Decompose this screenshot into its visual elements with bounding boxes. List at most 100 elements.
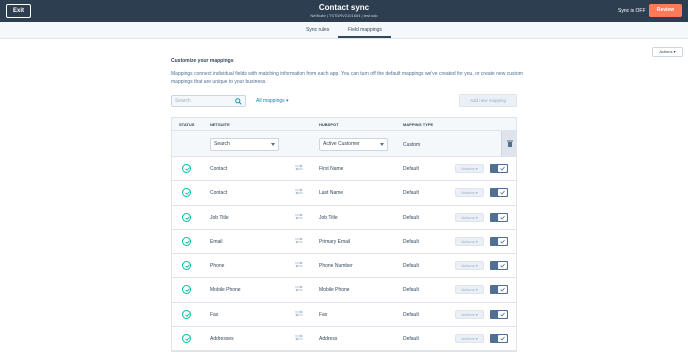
status-check-icon [182, 261, 191, 271]
mapping-toggle[interactable] [490, 309, 508, 319]
row-actions-button[interactable]: Actions ▾ [455, 285, 484, 295]
toggle-knob [498, 335, 507, 343]
table-body: Contact First Name Default Actions ▾ Con… [172, 157, 516, 352]
netsuite-field: Contact [210, 190, 228, 197]
toggle-knob [498, 165, 507, 172]
page-title: Contact sync [318, 3, 370, 12]
check-icon [500, 239, 505, 244]
table-row: Contact Last Name Default Actions ▾ [172, 181, 516, 206]
mapping-type: Default [403, 166, 419, 172]
mapping-type: Default [403, 287, 419, 294]
hubspot-field: Phone Number [319, 263, 353, 270]
header-status: STATUS [179, 122, 195, 127]
sync-direction-icon [295, 310, 303, 317]
mapping-type: Default [403, 263, 419, 270]
active-tab-indicator [338, 36, 391, 38]
hubspot-field: Primary Email [319, 238, 351, 245]
mapping-type: Default [403, 214, 419, 221]
table-row: Email Primary Email Default Actions ▾ [172, 229, 516, 255]
toggle-knob [498, 237, 507, 245]
search-placeholder: Search [175, 98, 191, 104]
section-heading: Customize your mappings [171, 58, 234, 64]
toggle-knob [498, 189, 507, 197]
sync-direction-icon [295, 213, 303, 220]
tab-sync-rules[interactable]: Sync rules [306, 27, 329, 33]
header-mapping-type: MAPPING TYPE [403, 122, 434, 127]
top-bar: Exit Contact sync NetSuite | TSTDRV21016… [0, 0, 688, 22]
netsuite-field: Contact [210, 166, 228, 172]
add-new-mapping-button[interactable]: Add new mapping [459, 94, 517, 107]
mapping-toggle[interactable] [490, 236, 508, 246]
mapping-type: Default [403, 336, 419, 343]
sync-direction-icon [295, 188, 303, 195]
row-actions-button[interactable]: Actions ▾ [455, 212, 484, 222]
row-actions-button[interactable]: Actions ▾ [455, 334, 484, 344]
hubspot-field: Last Name [319, 190, 344, 197]
toggle-knob [498, 310, 507, 318]
mapping-toggle[interactable] [490, 334, 508, 344]
status-check-icon [182, 334, 191, 344]
chevron-down-icon [380, 143, 384, 146]
netsuite-field: Phone [210, 263, 225, 270]
toggle-knob [498, 286, 507, 294]
check-icon [500, 336, 505, 341]
search-input[interactable]: Search [171, 95, 246, 107]
table-header: STATUS NETSUITE HUBSPOT MAPPING TYPE [172, 118, 516, 131]
row-actions-button[interactable]: Actions ▾ [455, 164, 484, 173]
table-row: Contact First Name Default Actions ▾ [172, 157, 516, 182]
search-icon[interactable] [235, 98, 242, 105]
mapping-toggle[interactable] [490, 188, 508, 198]
check-icon [500, 288, 505, 293]
mappings-table: STATUS NETSUITE HUBSPOT MAPPING TYPE Sea… [171, 117, 517, 353]
hubspot-field-value: Active Customer [323, 141, 360, 147]
mapping-filter-dropdown[interactable]: All mappings ▾ [256, 98, 289, 104]
mapping-toggle[interactable] [490, 164, 508, 173]
check-icon [500, 215, 505, 220]
status-check-icon [182, 188, 191, 198]
sync-direction-icon [295, 334, 303, 341]
hubspot-field: First Name [319, 166, 344, 172]
delete-mapping-button[interactable] [501, 131, 517, 156]
mapping-toggle[interactable] [490, 261, 508, 271]
netsuite-field-select[interactable]: Search [210, 138, 279, 151]
check-icon [500, 263, 505, 268]
hubspot-field-select[interactable]: Active Customer [319, 138, 388, 151]
netsuite-field: Job Title [210, 214, 229, 221]
mapping-toggle[interactable] [490, 285, 508, 295]
status-check-icon [182, 212, 191, 222]
table-row: Mobile Phone Mobile Phone Default Action… [172, 278, 516, 303]
tab-field-mappings[interactable]: Field mappings [348, 27, 382, 33]
chevron-down-icon [271, 143, 275, 146]
netsuite-field-value: Search [214, 141, 230, 147]
section-description: Mappings connect individual fields with … [171, 71, 523, 85]
sync-direction-icon [295, 164, 303, 171]
review-button[interactable]: Review [649, 4, 682, 17]
table-row: Phone Phone Number Default Actions ▾ [172, 254, 516, 279]
actions-dropdown[interactable]: Actions ▾ [652, 47, 683, 57]
row-actions-button[interactable]: Actions ▾ [455, 188, 484, 198]
hubspot-field: Fax [319, 311, 328, 318]
row-actions-button[interactable]: Actions ▾ [455, 261, 484, 271]
sync-direction-icon [295, 237, 303, 244]
hubspot-field: Job Title [319, 214, 338, 221]
page-subtitle: NetSuite | TSTDRV2101604 | test.sdo [310, 13, 378, 18]
check-icon [500, 312, 505, 317]
status-check-icon [182, 309, 191, 319]
table-row: Addresses Address Default Actions ▾ [172, 327, 516, 352]
mapping-type: Default [403, 190, 419, 197]
netsuite-field: Mobile Phone [210, 287, 241, 294]
status-check-icon [182, 285, 191, 295]
status-check-icon [182, 164, 191, 173]
netsuite-field: Fax [210, 311, 219, 318]
mapping-type: Default [403, 311, 419, 318]
row-actions-button[interactable]: Actions ▾ [455, 236, 484, 246]
mapping-toggle[interactable] [490, 212, 508, 222]
mapping-type-label: Custom [403, 142, 421, 148]
header-hubspot: HUBSPOT [319, 122, 339, 127]
row-actions-button[interactable]: Actions ▾ [455, 309, 484, 319]
header-netsuite: NETSUITE [210, 122, 230, 127]
status-check-icon [182, 236, 191, 246]
toggle-knob [498, 213, 507, 221]
check-icon [500, 166, 505, 171]
check-icon [500, 191, 505, 195]
